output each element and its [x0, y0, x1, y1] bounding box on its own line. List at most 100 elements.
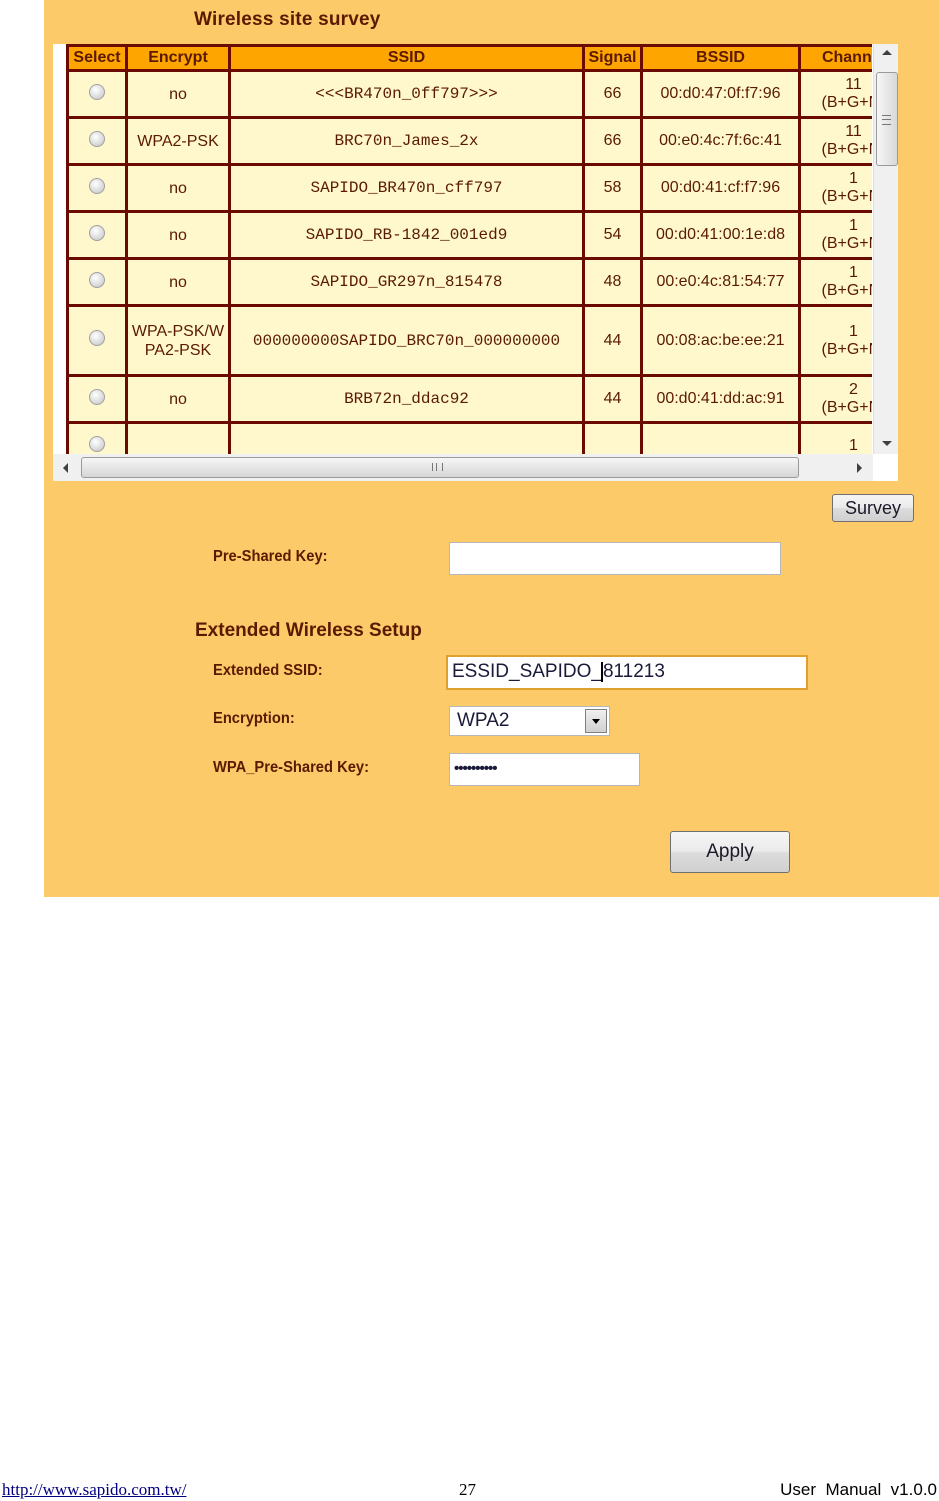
ssid-cell: SAPIDO_GR297n_815478: [228, 257, 585, 307]
channel-mode: (B+G+N): [821, 141, 872, 158]
select-radio-cell: [66, 257, 128, 307]
chevron-down-icon[interactable]: [585, 709, 607, 733]
table-row[interactable]: no SAPIDO_GR297n_815478 48 00:e0:4c:81:54:7…: [66, 257, 872, 307]
select-radio-cell: [66, 163, 128, 213]
bssid-cell: 00:d0:41:cf:f7:96: [640, 163, 801, 213]
channel-number: 1: [849, 437, 858, 454]
table-row[interactable]: WPA-PSK/WPA2-PSK 000000000SAPIDO_BRC70n_0…: [66, 304, 872, 377]
bssid-cell: 00:08:ac:be:ee:21: [640, 304, 801, 377]
select-radio[interactable]: [89, 83, 105, 100]
encryption-selected-value: WPA2: [457, 710, 510, 731]
select-radio[interactable]: [89, 130, 105, 147]
vertical-scroll-thumb[interactable]: [876, 72, 898, 166]
select-radio-cell: [66, 116, 128, 166]
bssid-cell: 00:e0:4c:81:54:77: [640, 257, 801, 307]
extended-ssid-label: Extended SSID:: [213, 662, 323, 679]
column-header-select[interactable]: Select: [66, 44, 128, 72]
grip-icon: [432, 463, 443, 471]
table-header-row: Select Encrypt SSID Signal BSSID Channel: [66, 44, 872, 72]
table-row[interactable]: WPA2-PSK BRC70n_James_2x 66 00:e0:4c:7f:6c:…: [66, 116, 872, 166]
select-radio-cell: [66, 210, 128, 260]
channel-number: 2: [849, 381, 858, 398]
select-radio[interactable]: [89, 388, 105, 405]
table-row[interactable]: no BRB72n_ddac92 44 00:d0:41:dd:ac:91 2 (B+G+…: [66, 374, 872, 424]
signal-cell: 66: [582, 69, 643, 119]
pre-shared-key-label: Pre-Shared Key:: [213, 548, 328, 565]
channel-cell: 1(B+G+N): [798, 304, 872, 377]
table-row[interactable]: 1: [66, 421, 872, 454]
site-survey-table: Select Encrypt SSID Signal BSSID Channel…: [66, 44, 872, 454]
column-header-channel[interactable]: Channel: [798, 44, 872, 72]
scroll-left-arrow-icon[interactable]: [63, 463, 68, 473]
encrypt-cell: no: [125, 69, 231, 119]
scroll-up-arrow-icon[interactable]: [882, 50, 892, 55]
ssid-cell: [228, 421, 585, 454]
select-radio[interactable]: [89, 271, 105, 288]
ssid-cell: <<<BR470n_0ff797>>>: [228, 69, 585, 119]
bssid-cell: 00:d0:41:dd:ac:91: [640, 374, 801, 424]
encrypt-cell: no: [125, 163, 231, 213]
wpa-pre-shared-key-input[interactable]: ••••••••••: [449, 753, 640, 786]
table-row[interactable]: no SAPIDO_BR470n_cff797 58 00:d0:41:cf:f7:9…: [66, 163, 872, 213]
signal-cell: 66: [582, 116, 643, 166]
ssid-cell: SAPIDO_BR470n_cff797: [228, 163, 585, 213]
scroll-down-arrow-icon[interactable]: [882, 441, 892, 446]
wpa-pre-shared-key-label: WPA_Pre-Shared Key:: [213, 759, 369, 776]
channel-number: 1: [849, 322, 858, 340]
grip-icon: [882, 115, 891, 125]
select-radio[interactable]: [89, 177, 105, 194]
extended-ssid-input[interactable]: ESSID_SAPIDO_811213: [446, 655, 808, 690]
site-survey-table-container: Select Encrypt SSID Signal BSSID Channel…: [53, 44, 898, 454]
footer-website-link[interactable]: http://www.sapido.com.tw/: [2, 1480, 186, 1500]
bssid-cell: 00:d0:41:00:1e:d8: [640, 210, 801, 260]
select-radio-cell: [66, 69, 128, 119]
encrypt-cell: WPA-PSK/WPA2-PSK: [125, 304, 231, 377]
channel-mode: (B+G+N): [821, 340, 872, 358]
channel-cell: 2(B+G+N): [798, 374, 872, 424]
footer-version: User Manual v1.0.0: [780, 1480, 937, 1499]
encrypt-cell: no: [125, 210, 231, 260]
channel-cell: 1: [798, 421, 872, 454]
table-row[interactable]: no <<<BR470n_0ff797>>> 66 00:d0:47:0f:f7:96…: [66, 69, 872, 119]
select-radio[interactable]: [89, 224, 105, 241]
channel-number: 11: [845, 123, 862, 140]
column-header-ssid[interactable]: SSID: [228, 44, 585, 72]
channel-number: 1: [849, 264, 858, 281]
column-header-encrypt[interactable]: Encrypt: [125, 44, 231, 72]
survey-button[interactable]: Survey: [832, 494, 914, 522]
encrypt-cell: no: [125, 257, 231, 307]
vertical-scrollbar[interactable]: [873, 44, 898, 454]
signal-cell: 58: [582, 163, 643, 213]
bssid-cell: [640, 421, 801, 454]
signal-cell: 48: [582, 257, 643, 307]
encrypt-cell: no: [125, 374, 231, 424]
bssid-cell: 00:d0:47:0f:f7:96: [640, 69, 801, 119]
channel-number: 1: [849, 170, 858, 187]
table-row[interactable]: no SAPIDO_RB-1842_001ed9 54 00:d0:41:00:1e:…: [66, 210, 872, 260]
apply-button[interactable]: Apply: [670, 831, 790, 873]
ssid-cell: BRB72n_ddac92: [228, 374, 585, 424]
encrypt-cell: [125, 421, 231, 454]
signal-cell: 54: [582, 210, 643, 260]
encrypt-cell: WPA2-PSK: [125, 116, 231, 166]
channel-mode: (B+G+N): [821, 399, 872, 416]
signal-cell: [582, 421, 643, 454]
bssid-cell: 00:e0:4c:7f:6c:41: [640, 116, 801, 166]
select-radio-cell: [66, 304, 128, 377]
channel-number: 11: [845, 76, 862, 93]
ssid-cell: BRC70n_James_2x: [228, 116, 585, 166]
select-radio[interactable]: [89, 330, 105, 346]
encryption-select[interactable]: WPA2: [449, 706, 610, 736]
horizontal-scrollbar[interactable]: [53, 454, 898, 481]
channel-mode: (B+G+N): [821, 235, 872, 252]
encryption-label: Encryption:: [213, 710, 295, 727]
column-header-bssid[interactable]: BSSID: [640, 44, 801, 72]
column-header-signal[interactable]: Signal: [582, 44, 643, 72]
horizontal-scroll-thumb[interactable]: [81, 457, 799, 478]
channel-mode: (B+G+N): [821, 94, 872, 111]
pre-shared-key-input[interactable]: [449, 542, 781, 575]
select-radio[interactable]: [89, 435, 105, 452]
channel-cell: 11(B+G+N): [798, 69, 872, 119]
ssid-cell: SAPIDO_RB-1842_001ed9: [228, 210, 585, 260]
scroll-right-arrow-icon[interactable]: [857, 463, 862, 473]
